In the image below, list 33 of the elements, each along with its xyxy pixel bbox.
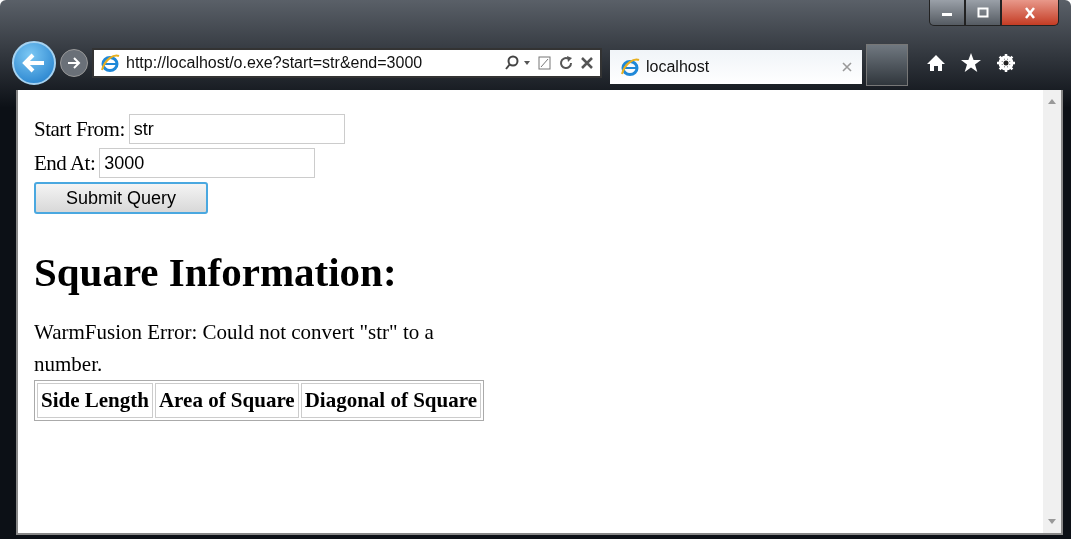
settings-icon[interactable] <box>996 53 1016 73</box>
favorites-star-icon[interactable] <box>960 52 982 74</box>
forward-arrow-icon <box>66 56 82 70</box>
home-icon[interactable] <box>926 53 946 73</box>
forward-button[interactable] <box>60 49 88 77</box>
minimize-button[interactable] <box>929 0 965 26</box>
browser-logo-icon <box>620 57 640 77</box>
new-tab-button[interactable] <box>866 44 908 86</box>
error-message: WarmFusion Error: Could not convert "str" to a number. <box>34 319 435 378</box>
back-button[interactable] <box>12 41 56 85</box>
submit-button[interactable]: Submit Query <box>34 182 208 214</box>
maximize-button[interactable] <box>965 0 1001 26</box>
maximize-icon <box>976 6 990 19</box>
search-icon[interactable] <box>504 55 532 71</box>
close-tab-icon[interactable] <box>842 62 852 72</box>
column-header: Side Length <box>37 383 153 418</box>
stop-icon[interactable] <box>580 56 594 70</box>
field-label: End At: <box>34 150 96 176</box>
column-header: Area of Square <box>154 383 299 418</box>
text-input[interactable]: str <box>128 114 345 144</box>
close-icon <box>1023 6 1037 19</box>
close-button[interactable] <box>1001 0 1059 26</box>
browser-tab[interactable]: localhost <box>610 50 862 84</box>
browser-logo-icon <box>100 53 120 73</box>
text-input[interactable]: 3000 <box>99 148 316 178</box>
address-bar[interactable]: http://localhost/o.exe?start=str&end=3000 <box>92 48 602 78</box>
column-header: Diagonal of Square <box>300 383 481 418</box>
field-label: Start From: <box>34 116 125 142</box>
page-heading: Square Information: <box>34 248 398 296</box>
compatibility-icon[interactable] <box>538 55 552 71</box>
refresh-icon[interactable] <box>558 55 574 71</box>
address-text: http://localhost/o.exe?start=str&end=3000 <box>126 54 424 72</box>
back-arrow-icon <box>21 52 47 74</box>
